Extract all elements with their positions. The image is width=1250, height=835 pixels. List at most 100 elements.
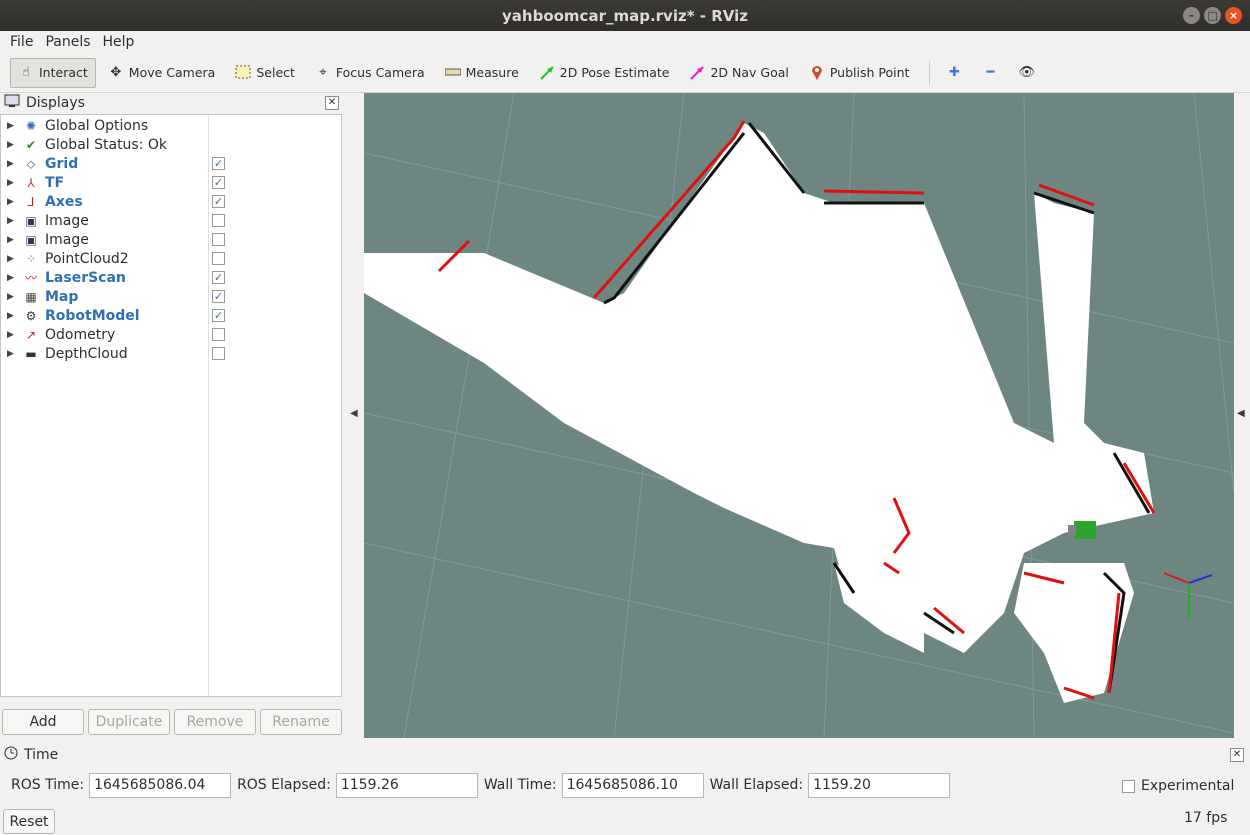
experimental-checkbox[interactable]: Experimental xyxy=(1122,778,1234,794)
tool-select-label: Select xyxy=(256,65,295,80)
display-enable-checkbox[interactable]: ✓ xyxy=(212,157,225,170)
expand-arrow-icon[interactable]: ▶ xyxy=(7,140,15,150)
expand-arrow-icon[interactable]: ▶ xyxy=(7,273,15,283)
check-icon: ✔ xyxy=(25,137,37,152)
menu-panels[interactable]: Panels xyxy=(39,34,96,50)
expand-arrow-icon[interactable]: ▶ xyxy=(7,311,15,321)
depthcloud-icon: ▬ xyxy=(25,346,37,361)
close-icon[interactable]: × xyxy=(1225,7,1242,24)
tool-publish-point[interactable]: Publish Point xyxy=(801,58,918,88)
close-icon[interactable]: ✕ xyxy=(325,96,339,110)
display-item[interactable]: ▶ ▬ DepthCloud xyxy=(1,344,341,363)
display-enable-checkbox[interactable] xyxy=(212,214,225,227)
expand-arrow-icon[interactable]: ▶ xyxy=(7,216,15,226)
grid-icon: ⬦ xyxy=(26,156,36,171)
display-item-label: PointCloud2 xyxy=(45,250,129,267)
laserscan-icon: 〰 xyxy=(24,270,37,285)
display-item-label: Axes xyxy=(45,193,83,210)
tf-icon: ⅄ xyxy=(27,175,35,190)
menu-bar: File Panels Help xyxy=(0,31,1250,53)
tool-2d-nav-goal-label: 2D Nav Goal xyxy=(710,65,789,80)
display-enable-checkbox[interactable] xyxy=(212,252,225,265)
ros-elapsed-field[interactable]: 1159.26 xyxy=(335,772,478,798)
maximize-icon[interactable]: □ xyxy=(1204,7,1221,24)
expand-arrow-icon[interactable]: ▶ xyxy=(7,254,15,264)
collapse-right-icon[interactable]: ◀ xyxy=(1237,408,1245,419)
display-item[interactable]: ▶ 〰 LaserScan ✓ xyxy=(1,268,341,287)
experimental-check[interactable] xyxy=(1122,779,1135,793)
expand-arrow-icon[interactable]: ▶ xyxy=(7,330,15,340)
expand-arrow-icon[interactable]: ▶ xyxy=(7,197,15,207)
display-item-label: Image xyxy=(45,212,89,229)
display-enable-checkbox[interactable] xyxy=(212,347,225,360)
tool-select[interactable]: Select xyxy=(227,58,303,88)
display-item[interactable]: ▶ ✺ Global Options xyxy=(1,116,341,135)
tool-measure[interactable]: Measure xyxy=(437,58,527,88)
display-enable-checkbox[interactable]: ✓ xyxy=(212,309,225,322)
tool-2d-nav-goal[interactable]: 2D Nav Goal xyxy=(681,58,796,88)
experimental-label: Experimental xyxy=(1141,778,1235,794)
display-item[interactable]: ▶ ▦ Map ✓ xyxy=(1,287,341,306)
tool-focus-camera[interactable]: ⌖ Focus Camera xyxy=(307,58,433,88)
image-icon: ▣ xyxy=(25,232,37,247)
tool-move-camera[interactable]: ✥ Move Camera xyxy=(100,58,224,88)
display-item-label: RobotModel xyxy=(45,307,140,324)
close-icon[interactable]: ✕ xyxy=(1230,748,1244,762)
expand-arrow-icon[interactable]: ▶ xyxy=(7,349,15,359)
reset-button[interactable]: Reset xyxy=(3,809,55,834)
display-item[interactable]: ▶ ⅄ TF ✓ xyxy=(1,173,341,192)
time-panel: Time ✕ ROS Time: 1645685086.04 ROS Elaps… xyxy=(0,745,1250,835)
display-item[interactable]: ▶ ⅃ Axes ✓ xyxy=(1,192,341,211)
display-item[interactable]: ▶ ⁘ PointCloud2 xyxy=(1,249,341,268)
menu-file[interactable]: File xyxy=(4,34,39,50)
minimize-icon[interactable]: – xyxy=(1183,7,1200,24)
tool-2d-pose-estimate-label: 2D Pose Estimate xyxy=(559,65,670,80)
add-button[interactable]: Add xyxy=(2,709,84,735)
wall-elapsed-label: Wall Elapsed: xyxy=(709,777,804,793)
view-button[interactable]: 👁 xyxy=(1010,58,1042,88)
display-enable-checkbox[interactable]: ✓ xyxy=(212,176,225,189)
eye-icon: 👁 xyxy=(1018,64,1035,80)
pointcloud-icon: ⁘ xyxy=(25,251,37,266)
ros-time-field[interactable]: 1645685086.04 xyxy=(89,772,232,798)
display-item[interactable]: ▶ ▣ Image xyxy=(1,230,341,249)
display-item[interactable]: ▶ ⚙ RobotModel ✓ xyxy=(1,306,341,325)
render-viewport[interactable] xyxy=(364,93,1234,738)
expand-arrow-icon[interactable]: ▶ xyxy=(7,121,15,131)
displays-header: Displays ✕ xyxy=(0,93,343,113)
expand-arrow-icon[interactable]: ▶ xyxy=(7,159,15,169)
display-item-label: LaserScan xyxy=(45,269,126,286)
tool-interact[interactable]: ☝ Interact xyxy=(10,57,96,88)
axes-marker xyxy=(1163,572,1213,618)
display-enable-checkbox[interactable] xyxy=(212,328,225,341)
tool-2d-pose-estimate[interactable]: 2D Pose Estimate xyxy=(531,58,678,88)
display-item[interactable]: ▶ ↗ Odometry xyxy=(1,325,341,344)
display-enable-checkbox[interactable]: ✓ xyxy=(212,271,225,284)
display-enable-checkbox[interactable] xyxy=(212,233,225,246)
display-enable-checkbox[interactable]: ✓ xyxy=(212,290,225,303)
expand-arrow-icon[interactable]: ▶ xyxy=(7,235,15,245)
displays-tree: ▶ ✺ Global Options ▶ ✔ Global Status: Ok ▶ ⬦ Gri… xyxy=(0,114,342,697)
display-item[interactable]: ▶ ✔ Global Status: Ok xyxy=(1,135,341,154)
wall-time-field[interactable]: 1645685086.10 xyxy=(561,772,704,798)
window-title: yahboomcar_map.rviz* - RViz xyxy=(502,6,748,25)
remove-tool-button[interactable]: ━ xyxy=(974,58,1006,88)
expand-arrow-icon[interactable]: ▶ xyxy=(7,292,15,302)
tool-bar: ☝ Interact ✥ Move Camera Select ⌖ Focus … xyxy=(0,53,1250,93)
duplicate-button[interactable]: Duplicate xyxy=(88,709,170,735)
displays-title: Displays xyxy=(26,95,85,111)
display-item-label: Map xyxy=(45,288,79,305)
add-tool-button[interactable]: ✚ xyxy=(938,58,970,88)
display-enable-checkbox[interactable]: ✓ xyxy=(212,195,225,208)
display-item[interactable]: ▶ ⬦ Grid ✓ xyxy=(1,154,341,173)
display-item[interactable]: ▶ ▣ Image xyxy=(1,211,341,230)
rename-button[interactable]: Rename xyxy=(260,709,342,735)
collapse-left-icon[interactable]: ◀ xyxy=(350,408,358,419)
expand-arrow-icon[interactable]: ▶ xyxy=(7,178,15,188)
menu-help[interactable]: Help xyxy=(97,34,141,50)
tool-measure-label: Measure xyxy=(465,65,519,80)
wall-time-label: Wall Time: xyxy=(483,777,557,793)
remove-button[interactable]: Remove xyxy=(174,709,256,735)
minus-icon: ━ xyxy=(986,64,995,80)
wall-elapsed-field[interactable]: 1159.20 xyxy=(808,772,951,798)
